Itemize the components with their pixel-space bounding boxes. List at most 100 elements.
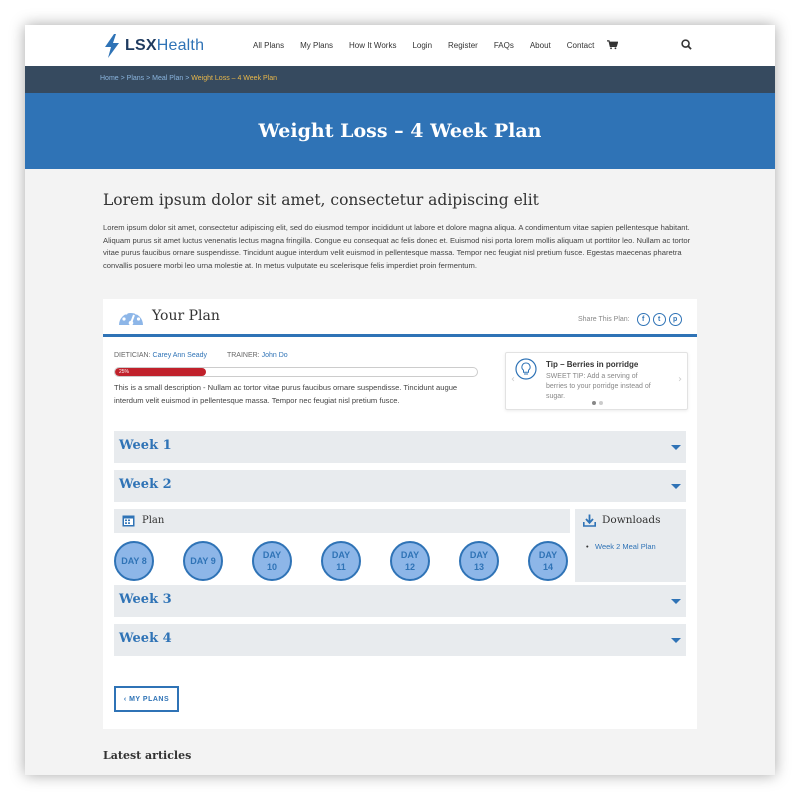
page-frame: LSXHealth All Plans My Plans How It Work… [25, 25, 775, 775]
hero-banner: Weight Loss – 4 Week Plan [25, 93, 775, 169]
day-8-button[interactable]: DAY 8 [114, 541, 154, 581]
share-plan: Share This Plan: f t p [578, 313, 682, 326]
tip-dot[interactable] [599, 401, 603, 405]
day-12-button[interactable]: DAY 12 [390, 541, 430, 581]
intro-heading: Lorem ipsum dolor sit amet, consectetur … [103, 191, 539, 209]
tip-dot-active[interactable] [592, 401, 596, 405]
breadcrumb-separator: > [144, 75, 153, 82]
plan-card: Your Plan Share This Plan: f t p DIETICI… [103, 299, 697, 729]
caret-down-icon [671, 484, 681, 489]
breadcrumb: Home > Plans > Meal Plan > Weight Loss –… [100, 75, 277, 82]
week-label: Week 2 [119, 477, 172, 492]
day-10-button[interactable]: DAY 10 [252, 541, 292, 581]
downloads-title: Downloads [602, 514, 661, 526]
tip-pagination [592, 401, 606, 405]
week-2-plan-header: Plan [114, 509, 570, 533]
day-line1: DAY 9 [190, 556, 216, 566]
breadcrumb-meal-plan[interactable]: Meal Plan [152, 75, 183, 82]
nav-faqs[interactable]: FAQs [494, 41, 514, 50]
nav-my-plans[interactable]: My Plans [300, 41, 333, 50]
site-header: LSXHealth All Plans My Plans How It Work… [25, 25, 775, 66]
plan-label: Plan [142, 515, 165, 526]
day-9-button[interactable]: DAY 9 [183, 541, 223, 581]
day-text: DAY 9 [190, 555, 216, 567]
week-2-accordion[interactable]: Week 2 [114, 470, 686, 502]
breadcrumb-plans[interactable]: Plans [127, 75, 145, 82]
day-text: DAY 14 [539, 549, 557, 573]
progress-fill: 25% [115, 368, 206, 376]
tip-text: SWEET TIP: Add a serving of berries to y… [546, 373, 651, 400]
breadcrumb-bar: Home > Plans > Meal Plan > Weight Loss –… [25, 66, 775, 93]
day-line1: DAY [400, 550, 420, 560]
nav-contact[interactable]: Contact [567, 41, 595, 50]
logo-part2: Health [156, 37, 205, 54]
intro-paragraph: Lorem ipsum dolor sit amet, consectetur … [103, 223, 691, 270]
tip-prev-arrow[interactable]: ‹ [511, 374, 515, 385]
plan-card-header: Your Plan Share This Plan: f t p [103, 299, 697, 337]
day-line1: DAY [331, 550, 351, 560]
nav-login[interactable]: Login [412, 41, 432, 50]
week-1-accordion[interactable]: Week 1 [114, 431, 686, 463]
caret-down-icon [671, 599, 681, 604]
tip-next-arrow[interactable]: › [678, 374, 682, 385]
lightning-icon [105, 34, 119, 58]
trainer-link[interactable]: John Do [262, 352, 288, 359]
day-line1: DAY [262, 550, 282, 560]
logo-text: LSXHealth [125, 37, 204, 55]
caret-down-icon [671, 638, 681, 643]
lightbulb-icon [515, 358, 537, 380]
plan-card-title: Your Plan [152, 308, 220, 324]
dietician-link[interactable]: Carey Ann Seady [153, 352, 207, 359]
site-logo[interactable]: LSXHealth [103, 34, 204, 58]
week-label: Week 3 [119, 592, 172, 607]
nav-about[interactable]: About [530, 41, 551, 50]
downloads-panel: Downloads Week 2 Meal Plan [575, 509, 686, 582]
dashboard-gauge-icon [119, 308, 143, 326]
plan-description: This is a small description - Nullam ac … [114, 383, 458, 405]
day-text: DAY 12 [401, 549, 419, 573]
search-icon[interactable] [681, 39, 692, 50]
day-line2: 13 [473, 562, 484, 572]
breadcrumb-current: Weight Loss – 4 Week Plan [191, 75, 278, 82]
latest-articles-heading: Latest articles [103, 749, 192, 762]
day-line1: DAY [469, 550, 489, 560]
tip-carousel: ‹ Tip – Berries in porridge SWEET TIP: A… [505, 352, 688, 410]
main-content: Lorem ipsum dolor sit amet, consectetur … [103, 169, 697, 762]
calendar-icon [122, 515, 135, 527]
twitter-icon[interactable]: t [652, 313, 666, 326]
day-14-button[interactable]: DAY 14 [528, 541, 568, 581]
day-text: DAY 13 [470, 549, 488, 573]
plan-progress-bar: 25% [114, 367, 478, 377]
logo-part1: LSX [125, 37, 157, 54]
day-text: DAY 8 [121, 555, 147, 567]
day-line2: 14 [542, 562, 553, 572]
day-line2: 11 [336, 562, 346, 572]
facebook-icon[interactable]: f [636, 313, 650, 326]
tip-title: Tip – Berries in porridge [546, 360, 639, 369]
pinterest-icon[interactable]: p [668, 313, 682, 326]
my-plans-button[interactable]: ‹ MY PLANS [114, 686, 179, 712]
share-label: Share This Plan: [578, 316, 630, 323]
day-line1: DAY [538, 550, 558, 560]
main-nav: All Plans My Plans How It Works Login Re… [253, 40, 619, 50]
page-title: Weight Loss – 4 Week Plan [258, 120, 542, 142]
dietician-label: DIETICIAN: [114, 352, 151, 359]
day-line2: 10 [266, 562, 277, 572]
cart-icon[interactable] [607, 40, 619, 50]
nav-register[interactable]: Register [448, 41, 478, 50]
week-label: Week 1 [119, 438, 172, 453]
day-line1: DAY 8 [121, 556, 147, 566]
day-line2: 12 [404, 562, 415, 572]
download-icon [583, 514, 596, 527]
week-3-accordion[interactable]: Week 3 [114, 585, 686, 617]
nav-how-it-works[interactable]: How It Works [349, 41, 396, 50]
day-text: DAY 10 [263, 549, 281, 573]
day-13-button[interactable]: DAY 13 [459, 541, 499, 581]
week-4-accordion[interactable]: Week 4 [114, 624, 686, 656]
day-text: DAY 11 [332, 549, 350, 573]
download-link[interactable]: Week 2 Meal Plan [586, 542, 656, 551]
nav-all-plans[interactable]: All Plans [253, 41, 284, 50]
day-11-button[interactable]: DAY 11 [321, 541, 361, 581]
breadcrumb-home[interactable]: Home [100, 75, 119, 82]
week-label: Week 4 [119, 631, 172, 646]
